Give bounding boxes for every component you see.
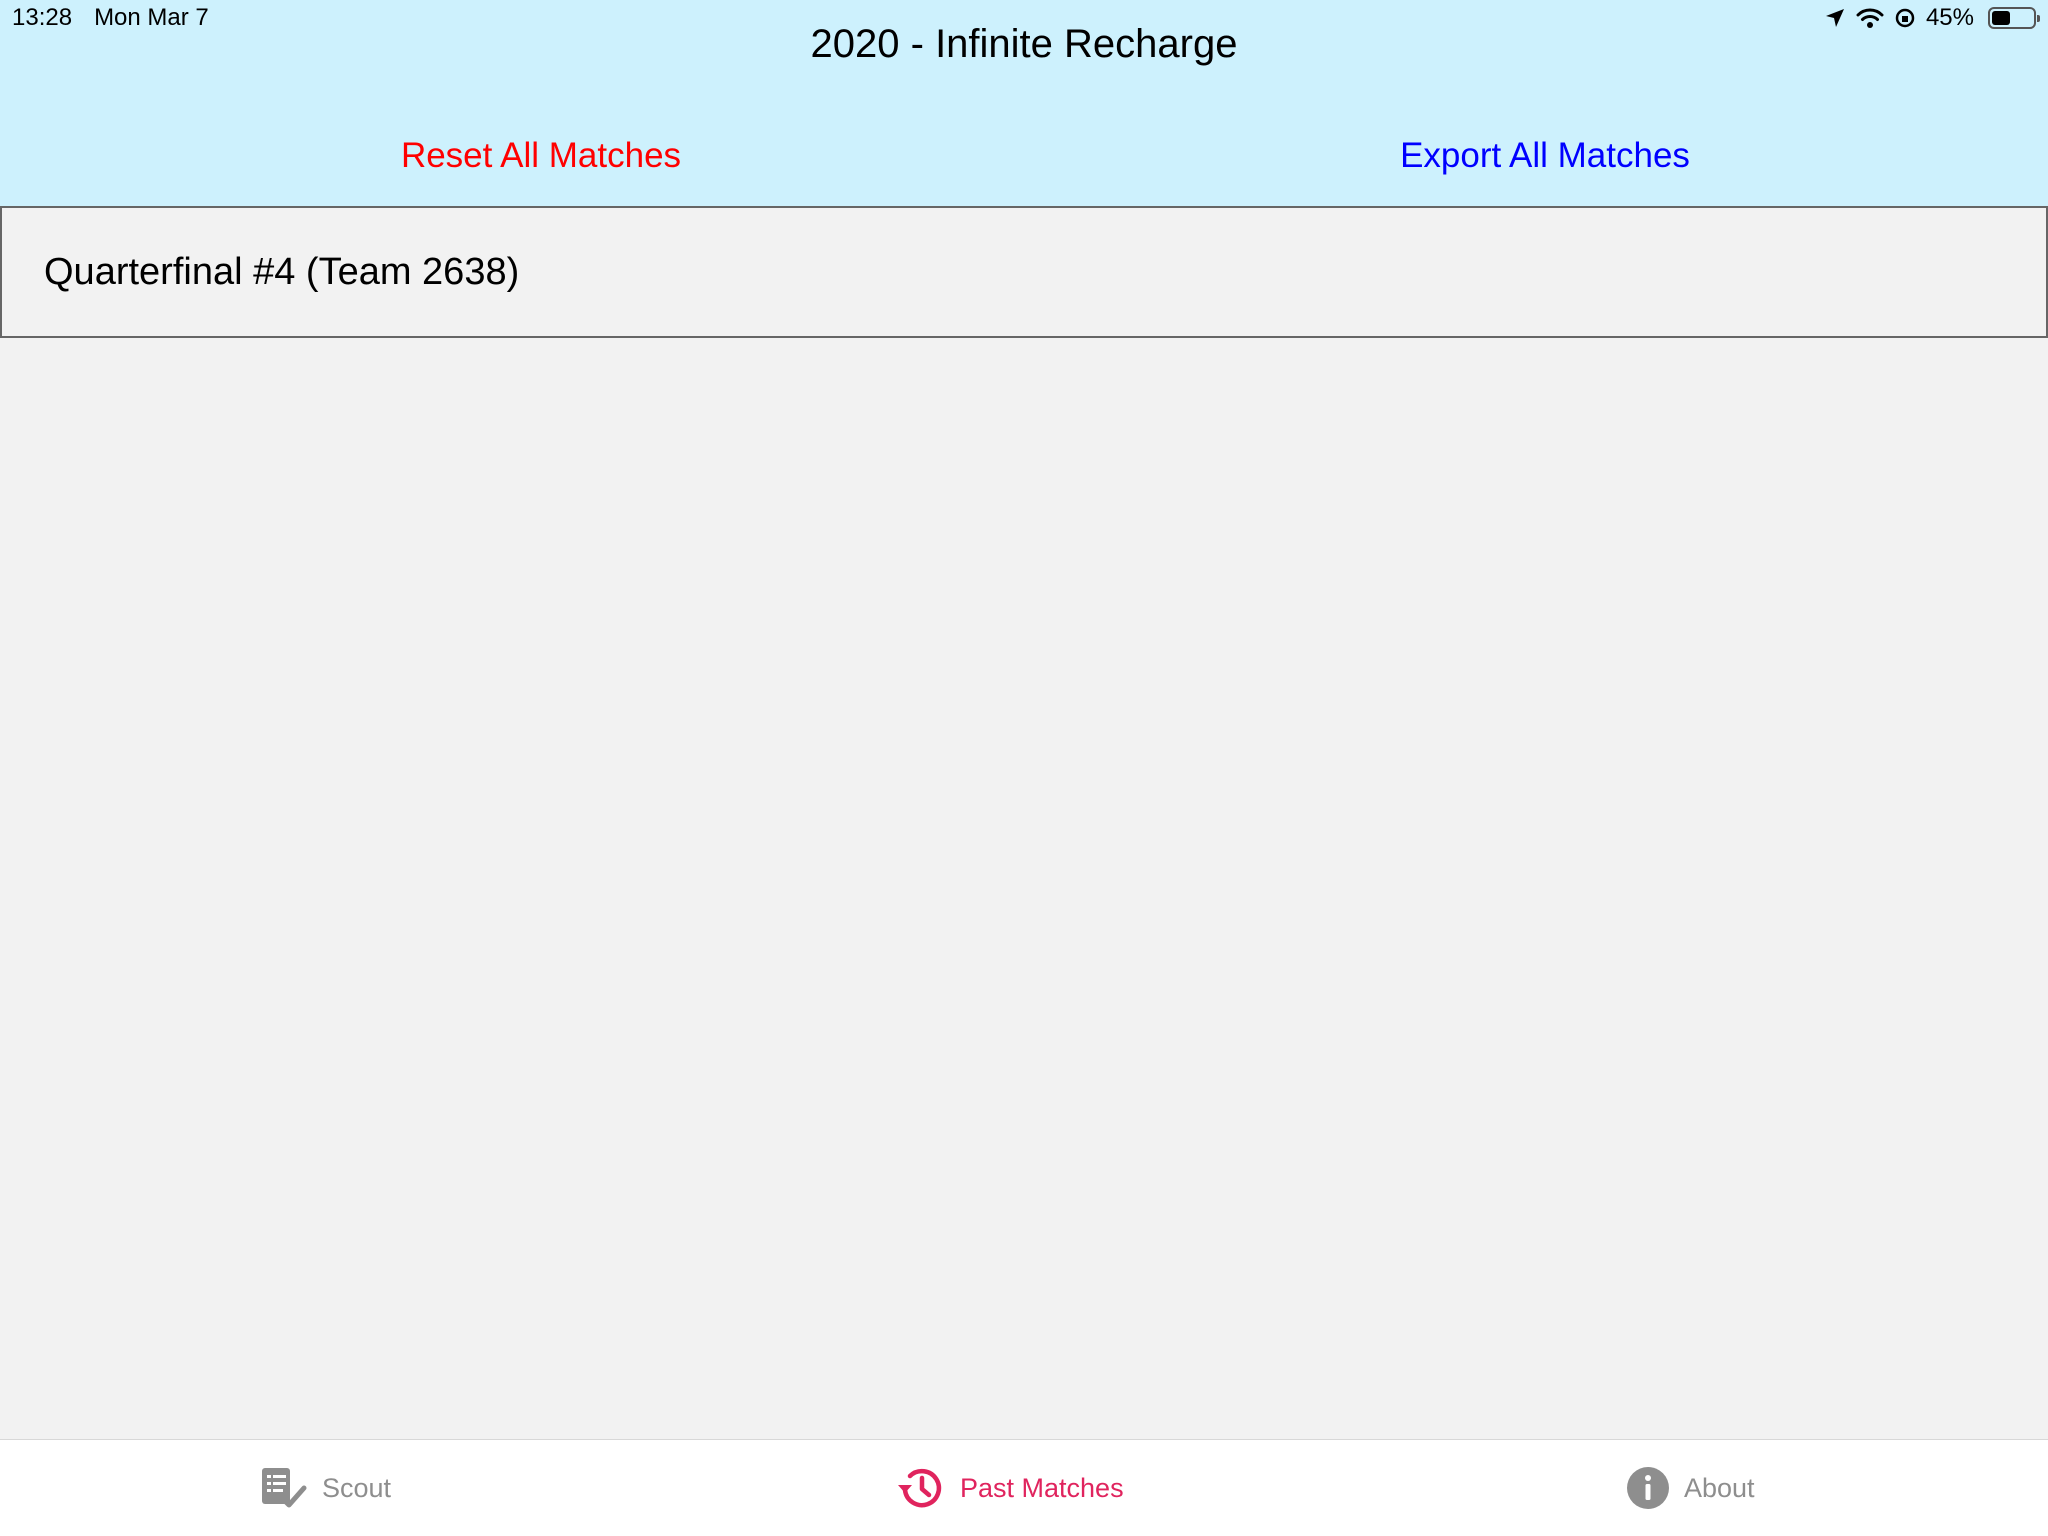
tab-bar: Scout Past Matches About — [0, 1439, 2048, 1536]
page-title: 2020 - Infinite Recharge — [810, 22, 1238, 66]
export-all-matches-button[interactable]: Export All Matches — [1082, 136, 2008, 176]
info-icon — [1627, 1467, 1669, 1509]
match-list: Quarterfinal #4 (Team 2638) — [0, 206, 2048, 338]
header-bar: 13:28 Mon Mar 7 45% 2020 - Infinite Recha… — [0, 0, 2048, 206]
tab-about-label: About — [1684, 1472, 1755, 1503]
match-label: Quarterfinal #4 (Team 2638) — [44, 250, 520, 293]
tab-about[interactable]: About — [1626, 1440, 1755, 1536]
tab-past-matches[interactable]: Past Matches — [896, 1440, 1124, 1536]
reset-all-matches-button[interactable]: Reset All Matches — [0, 136, 1082, 176]
match-row[interactable]: Quarterfinal #4 (Team 2638) — [0, 206, 2048, 338]
tab-scout-label: Scout — [322, 1472, 392, 1503]
tab-scout[interactable]: Scout — [258, 1440, 391, 1536]
tab-past-matches-label: Past Matches — [960, 1472, 1124, 1503]
history-icon — [898, 1468, 942, 1508]
checklist-icon — [262, 1468, 307, 1508]
